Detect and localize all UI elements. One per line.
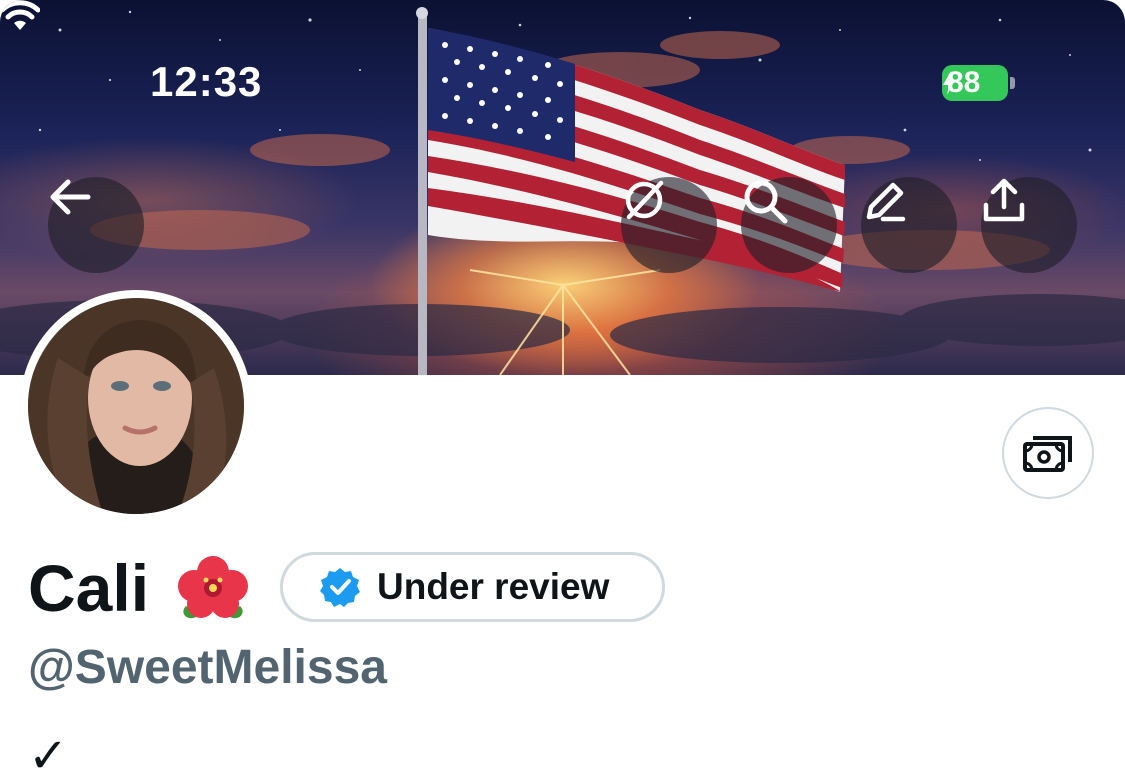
- battery-indicator: 88: [942, 65, 1008, 101]
- grok-icon: [625, 180, 664, 220]
- money-icon: [1023, 436, 1072, 472]
- battery-cap: [1010, 77, 1015, 89]
- charging-bolt-icon: [943, 71, 955, 95]
- avatar[interactable]: [28, 298, 244, 514]
- status-bar-time: 12:33: [150, 58, 263, 105]
- profile-display-name: Cali: [28, 551, 150, 625]
- back-button[interactable]: [48, 177, 144, 273]
- pencil-icon: [866, 182, 906, 222]
- share-upload-icon: [983, 178, 1025, 222]
- verification-status-label: Under review: [377, 566, 610, 607]
- verification-status-pill[interactable]: Under review: [280, 552, 665, 622]
- profile-handle: @SweetMelissa: [28, 641, 387, 694]
- tips-button[interactable]: [1002, 407, 1094, 499]
- search-icon: [744, 180, 788, 224]
- search-button[interactable]: [741, 177, 837, 273]
- avatar-photo: [28, 298, 244, 514]
- edit-button[interactable]: [861, 177, 957, 273]
- arrow-left-icon: [50, 179, 91, 215]
- grok-button[interactable]: [621, 177, 717, 273]
- profile-bio: ✓: [28, 730, 69, 783]
- hibiscus-emoji: [178, 556, 248, 619]
- verified-badge-icon: [319, 566, 361, 608]
- wifi-icon: [0, 0, 40, 30]
- share-button[interactable]: [981, 177, 1077, 273]
